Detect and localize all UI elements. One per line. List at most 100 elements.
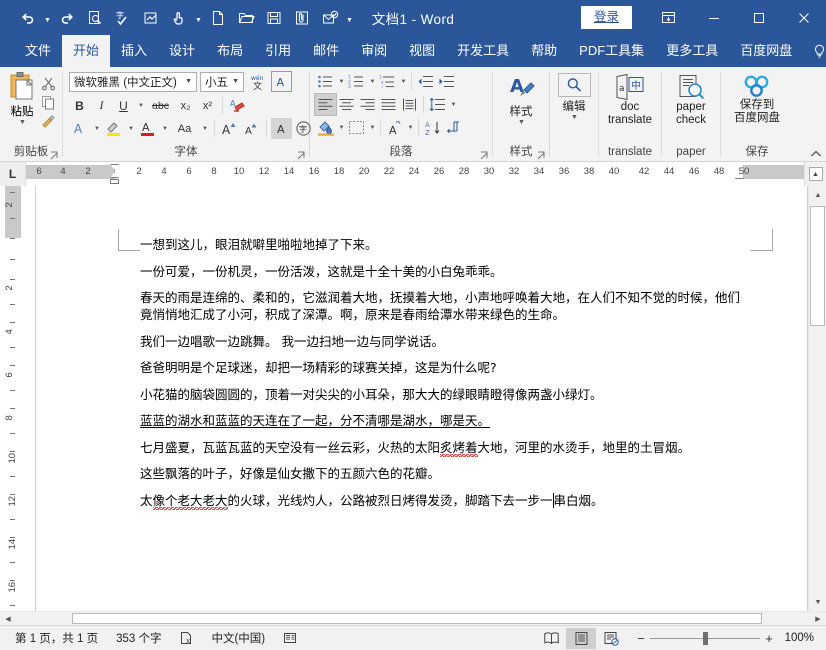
paste-button[interactable]: 粘贴 ▼ bbox=[6, 71, 38, 126]
text-highlight-icon[interactable] bbox=[103, 118, 124, 139]
horizontal-scroll-thumb[interactable] bbox=[72, 613, 762, 624]
page-info[interactable]: 第 1 页，共 1 页 bbox=[6, 626, 107, 650]
close-button[interactable] bbox=[781, 0, 826, 35]
justify-icon[interactable] bbox=[378, 94, 399, 115]
print-layout-view-button[interactable] bbox=[566, 628, 596, 649]
paste-dropdown-icon[interactable]: ▼ bbox=[19, 119, 26, 126]
read-mode-view-button[interactable] bbox=[536, 628, 566, 649]
shading-dropdown-icon[interactable]: ▼ bbox=[336, 117, 346, 138]
tab-more-tools[interactable]: 更多工具 bbox=[655, 35, 729, 67]
bullets-icon[interactable] bbox=[315, 71, 336, 92]
cut-icon[interactable] bbox=[38, 74, 58, 92]
tab-view[interactable]: 视图 bbox=[398, 35, 446, 67]
tab-file[interactable]: 文件 bbox=[14, 35, 62, 67]
zoom-in-button[interactable]: + bbox=[760, 631, 778, 646]
spelling-error[interactable]: 炙烤着 bbox=[440, 440, 478, 457]
line-spacing-dropdown-icon[interactable]: ▼ bbox=[448, 94, 458, 115]
document-body-text[interactable]: 一想到这儿，眼泪就噼里啪啦地掉了下来。 一份可爱，一份机灵，一份活泼，这就是十全… bbox=[140, 236, 751, 518]
paragraph[interactable]: 一份可爱，一份机灵，一份活泼，这就是十全十美的小白兔乖乖。 bbox=[140, 263, 751, 280]
scroll-right-arrow-icon[interactable]: ▶ bbox=[810, 612, 826, 626]
editing-button[interactable]: 编辑 ▼ bbox=[554, 71, 595, 123]
font-color-dropdown-icon[interactable]: ▼ bbox=[159, 118, 170, 139]
paragraph[interactable]: 这些飘落的叶子，好像是仙女撒下的五颜六色的花瓣。 bbox=[140, 465, 751, 482]
editing-dropdown-icon[interactable]: ▼ bbox=[571, 114, 578, 121]
proofing-errors-icon[interactable]: x bbox=[170, 626, 202, 650]
attachment-icon[interactable] bbox=[288, 5, 316, 31]
vertical-scrollbar[interactable]: ▲ ▼ bbox=[808, 186, 826, 611]
align-center-icon[interactable] bbox=[336, 94, 357, 115]
phonetic-guide-icon[interactable]: wén文 bbox=[247, 71, 268, 92]
paragraph-dialog-launcher[interactable] bbox=[480, 151, 489, 160]
subscript-button[interactable]: x₂ bbox=[175, 95, 196, 116]
undo-dropdown-icon[interactable]: ▼ bbox=[42, 5, 53, 31]
tab-baidu-netdisk[interactable]: 百度网盘 bbox=[729, 35, 803, 67]
increase-indent-icon[interactable] bbox=[436, 71, 457, 92]
borders-icon[interactable] bbox=[346, 117, 367, 138]
zoom-out-button[interactable]: − bbox=[632, 631, 650, 646]
tab-developer[interactable]: 开发工具 bbox=[446, 35, 520, 67]
character-shading-icon[interactable]: A bbox=[271, 118, 292, 139]
bold-button[interactable]: B bbox=[69, 95, 90, 116]
doc-translate-button[interactable]: a中 doc translate bbox=[604, 71, 656, 129]
font-name-combobox[interactable]: 微软雅黑 (中文正文) ▼ bbox=[69, 72, 197, 92]
paragraph[interactable]: 春天的雨是连绵的、柔和的，它滋润着大地，抚摸着大地，小声地呼唤着大地，在人们不知… bbox=[140, 289, 751, 323]
touch-mode-dropdown-icon[interactable]: ▼ bbox=[193, 5, 204, 31]
highlight-dropdown-icon[interactable]: ▼ bbox=[125, 118, 136, 139]
font-size-combobox[interactable]: 小五 ▼ bbox=[200, 72, 244, 92]
tab-layout[interactable]: 布局 bbox=[206, 35, 254, 67]
tab-stop-selector[interactable]: L bbox=[0, 162, 26, 186]
italic-button[interactable]: I bbox=[91, 95, 112, 116]
sign-in-button[interactable]: 登录 bbox=[581, 6, 632, 29]
spelling-error[interactable]: 像个老大老大 bbox=[153, 493, 228, 510]
font-dialog-launcher[interactable] bbox=[297, 151, 306, 160]
multilevel-dropdown-icon[interactable]: ▼ bbox=[398, 71, 408, 92]
paragraph-with-cursor[interactable]: 太像个老大老大的火球，光线灼人，公路被烈日烤得发烫，脚踏下去一步一串白烟。 bbox=[140, 492, 751, 509]
open-folder-icon[interactable] bbox=[232, 5, 260, 31]
ribbon-display-options-icon[interactable] bbox=[646, 0, 691, 35]
print-preview-icon[interactable] bbox=[81, 5, 109, 31]
tab-help[interactable]: 帮助 bbox=[520, 35, 568, 67]
styles-dialog-launcher[interactable] bbox=[537, 151, 546, 160]
tab-insert[interactable]: 插入 bbox=[110, 35, 158, 67]
zoom-level-label[interactable]: 100% bbox=[778, 632, 820, 644]
tab-mailings[interactable]: 邮件 bbox=[302, 35, 350, 67]
align-right-icon[interactable] bbox=[357, 94, 378, 115]
phonetic-paragraph-icon[interactable]: A bbox=[384, 117, 405, 138]
scroll-down-arrow-icon[interactable]: ▼ bbox=[809, 593, 826, 611]
zoom-slider-thumb[interactable] bbox=[703, 632, 708, 645]
underline-button[interactable]: U bbox=[113, 95, 134, 116]
zoom-slider[interactable] bbox=[650, 626, 760, 650]
change-case-button[interactable]: Aa bbox=[171, 118, 198, 139]
language-indicator[interactable]: 中文(中国) bbox=[202, 626, 274, 650]
clipboard-dialog-launcher[interactable] bbox=[50, 151, 59, 160]
horizontal-ruler[interactable]: 6 4 2 2 4 6 8 10 12 14 16 18 20 22 24 26… bbox=[26, 162, 804, 186]
scroll-up-arrow-icon[interactable]: ▲ bbox=[809, 186, 826, 204]
tab-pdf-tools[interactable]: PDF工具集 bbox=[568, 35, 655, 67]
format-painter-icon[interactable] bbox=[38, 112, 58, 130]
strikethrough-button[interactable]: abc bbox=[147, 95, 174, 116]
tab-design[interactable]: 设计 bbox=[158, 35, 206, 67]
save-icon[interactable] bbox=[260, 5, 288, 31]
email-send-icon[interactable] bbox=[316, 5, 344, 31]
superscript-button[interactable]: x² bbox=[197, 95, 218, 116]
styles-button[interactable]: A 样式 ▼ bbox=[500, 71, 542, 128]
decrease-indent-icon[interactable] bbox=[415, 71, 436, 92]
font-color-icon[interactable]: A bbox=[137, 118, 158, 139]
undo-icon[interactable] bbox=[14, 5, 42, 31]
show-formatting-marks-icon[interactable] bbox=[443, 117, 464, 138]
redo-icon[interactable] bbox=[53, 5, 81, 31]
vertical-scroll-thumb[interactable] bbox=[810, 206, 825, 326]
collapse-ribbon-icon[interactable] bbox=[810, 149, 822, 159]
phonetic-paragraph-dropdown-icon[interactable]: ▼ bbox=[405, 117, 415, 138]
scroll-left-arrow-icon[interactable]: ◀ bbox=[0, 612, 16, 626]
clear-formatting-icon[interactable]: A bbox=[227, 95, 248, 116]
shading-icon[interactable] bbox=[315, 117, 336, 138]
edit-chart-icon[interactable] bbox=[137, 5, 165, 31]
paragraph[interactable]: 七月盛夏，瓦蓝瓦蓝的天空没有一丝云彩，火热的太阳炙烤着大地，河里的水烫手，地里的… bbox=[140, 439, 751, 456]
customize-qat-icon[interactable]: ▼ bbox=[344, 5, 355, 31]
line-spacing-icon[interactable] bbox=[427, 94, 448, 115]
touch-mode-icon[interactable] bbox=[165, 5, 193, 31]
new-document-icon[interactable] bbox=[204, 5, 232, 31]
change-case-dropdown-icon[interactable]: ▼ bbox=[199, 118, 210, 139]
tab-review[interactable]: 审阅 bbox=[350, 35, 398, 67]
